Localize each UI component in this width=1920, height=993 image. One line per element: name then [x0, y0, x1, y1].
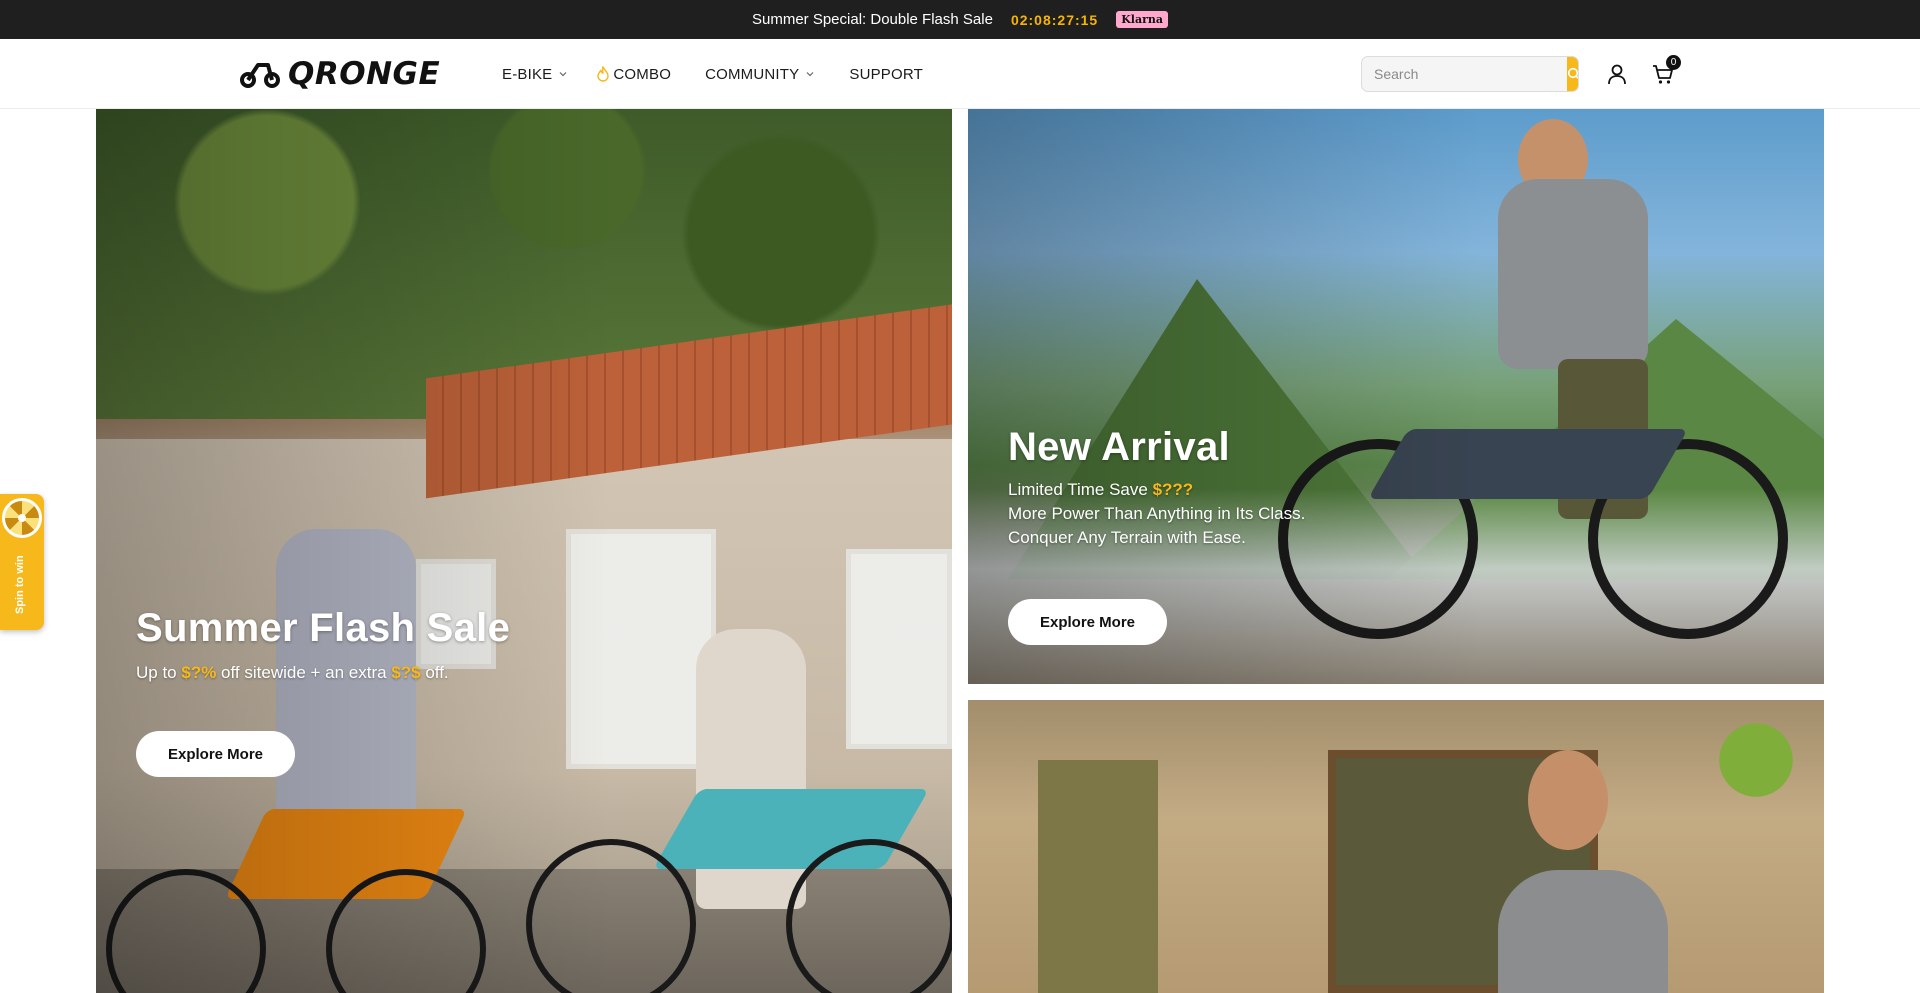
logo-wordmark: QRONGE	[288, 56, 441, 92]
hero-right-title: New Arrival	[1008, 425, 1230, 469]
hero-left-discount-1: $?%	[181, 663, 217, 682]
logo-icon	[240, 63, 280, 88]
nav-item-support[interactable]: SUPPORT	[849, 66, 923, 83]
countdown-timer: 02:08:27:15	[1010, 11, 1099, 28]
site-header: QRONGE E-BIKE COMBO COMMUNITY SUPPORT 0	[0, 39, 1920, 109]
klarna-badge: Klarna	[1116, 11, 1169, 28]
hero-overlay	[96, 109, 952, 993]
chevron-down-icon	[559, 72, 567, 77]
hero-left-subtitle-suffix: off.	[420, 663, 449, 682]
main-nav: E-BIKE COMBO COMMUNITY SUPPORT	[502, 39, 957, 109]
explore-more-button[interactable]: Explore More	[136, 731, 295, 777]
cart-button[interactable]: 0	[1650, 55, 1681, 87]
announcement-text: Summer Special: Double Flash Sale	[751, 11, 993, 28]
nav-item-e-bike[interactable]: E-BIKE	[502, 66, 568, 83]
search-icon	[1567, 67, 1578, 80]
hero-image-rider-head	[1528, 750, 1608, 850]
nav-item-label: COMMUNITY	[705, 65, 800, 83]
hero-left-subtitle-mid: off sitewide + an extra	[216, 663, 392, 682]
nav-item-combo[interactable]: COMBO	[596, 66, 671, 83]
hero-left-subtitle-prefix: Up to	[136, 663, 182, 682]
announcement-bar: Summer Special: Double Flash Sale 02:08:…	[0, 0, 1920, 39]
search-button[interactable]	[1567, 57, 1578, 91]
nav-item-label: COMBO	[613, 65, 672, 83]
hero-left-discount-2: $?$	[391, 663, 421, 682]
hero-left-title: Summer Flash Sale	[136, 606, 511, 650]
nav-item-label: SUPPORT	[849, 65, 923, 83]
hero-right-text: New Arrival Limited Time Save $??? More …	[1008, 425, 1305, 550]
spin-to-win-tab[interactable]: Spin to win	[0, 494, 44, 630]
hero-image-rider	[1498, 870, 1668, 993]
hero-left-subtitle: Up to $?% off sitewide + an extra $?$ of…	[136, 661, 510, 685]
explore-more-button[interactable]: Explore More	[1008, 599, 1167, 645]
cart-count-badge: 0	[1666, 55, 1681, 70]
hero-summer-flash-sale[interactable]: Summer Flash Sale Up to $?% off sitewide…	[96, 109, 952, 993]
nav-item-community[interactable]: COMMUNITY	[705, 66, 815, 83]
hero-left-text: Summer Flash Sale Up to $?% off sitewide…	[136, 606, 510, 685]
prize-wheel-icon	[2, 498, 42, 538]
nav-item-label: E-BIKE	[502, 65, 553, 83]
hero-new-arrival[interactable]: New Arrival Limited Time Save $??? More …	[968, 109, 1824, 684]
hero-right-save-amount: $???	[1152, 480, 1194, 499]
hero-overlay	[968, 109, 1824, 684]
hero-image-curtain	[1038, 760, 1158, 993]
search-input[interactable]	[1362, 57, 1567, 91]
hero-right-subtitle: Limited Time Save $??? More Power Than A…	[1008, 478, 1305, 550]
hero-promo-panel[interactable]	[968, 700, 1824, 993]
spin-to-win-label: Spin to win	[14, 555, 26, 614]
hero-right-line2: More Power Than Anything in Its Class.	[1008, 504, 1306, 523]
chevron-down-icon	[806, 72, 814, 77]
flame-icon	[597, 66, 610, 82]
hero-image-plant	[1688, 700, 1824, 820]
account-button[interactable]	[1604, 61, 1630, 87]
hero-right-line3: Conquer Any Terrain with Ease.	[1008, 528, 1246, 547]
hero-right-line1-prefix: Limited Time Save	[1008, 480, 1153, 499]
logo[interactable]: QRONGE	[240, 56, 441, 92]
search-box	[1361, 56, 1579, 92]
user-icon	[1608, 64, 1626, 85]
